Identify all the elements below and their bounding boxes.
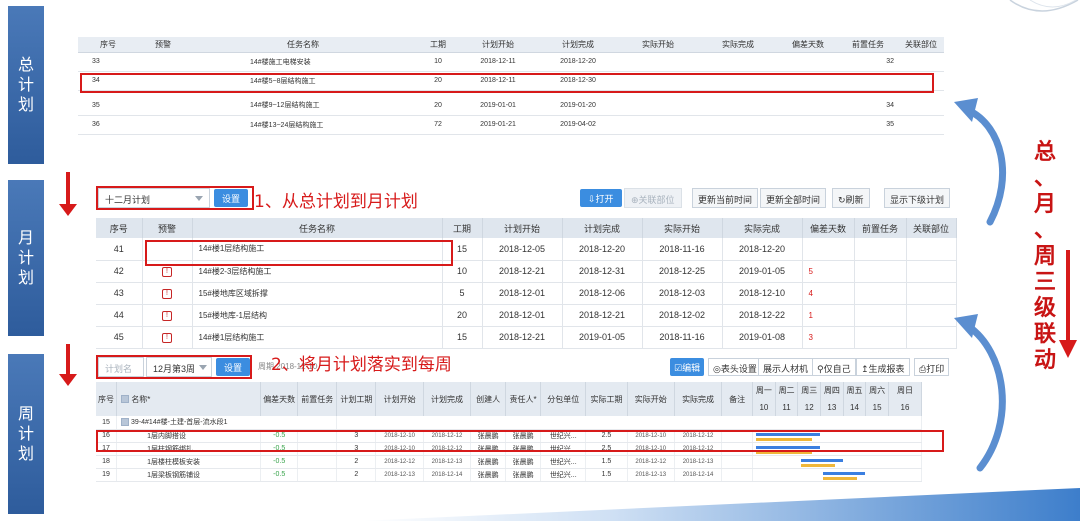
table-row[interactable]: 44! 15#楼地库-1层结构 20 2018-12-01 2018-12-21 2… xyxy=(96,304,957,327)
header-settings-button[interactable]: ◎表头设置 xyxy=(708,358,762,376)
warning-icon: ! xyxy=(162,288,172,299)
table-header: 序号 名称* 偏差天数 前置任务 计划工期 计划开始 计划完成 创建人 责任人*… xyxy=(96,382,923,416)
month-plan-table: 序号 预警 任务名称 工期 计划开始 计划完成 实际开始 实际完成 偏差天数 前… xyxy=(96,218,957,349)
gantt-bar-actual xyxy=(823,476,858,480)
down-arrow-icon xyxy=(59,344,77,388)
gantt-cell xyxy=(752,468,922,482)
side-tab-week-plan: 周 计 划 xyxy=(8,354,44,514)
side-tab-month-plan: 月 计 划 xyxy=(8,180,44,336)
highlight-box xyxy=(96,430,944,452)
table-header: 序号 预警 任务名称 工期 计划开始 计划完成 实际开始 实际完成 偏差天数 前… xyxy=(96,218,957,238)
warning-icon: ! xyxy=(162,310,172,321)
collapse-icon[interactable] xyxy=(121,418,130,427)
gantt-bar-plan xyxy=(801,458,844,462)
checkbox[interactable] xyxy=(121,395,130,404)
curved-arrow-up-icon xyxy=(954,314,1006,472)
gantt-bar-plan xyxy=(823,471,866,475)
table-row[interactable]: 45! 14#楼1层结构施工 15 2018-12-21 2019-01-05 20… xyxy=(96,326,957,349)
generate-report-button[interactable]: ↥生成报表 xyxy=(856,358,910,376)
table-row[interactable]: 19 1层梁板钢筋铺设 -0.5 2 2018-12-13 2018-12-14 张… xyxy=(96,468,922,482)
decorative-globe-icon xyxy=(1009,0,1079,12)
gantt-cell xyxy=(752,455,922,469)
link-part-button[interactable]: ⊕关联部位 xyxy=(624,188,682,208)
show-resources-button[interactable]: 展示人材机 xyxy=(758,358,814,376)
table-header: 序号 预警 任务名称 工期 计划开始 计划完成 实际开始 实际完成 偏差天数 前… xyxy=(78,37,944,53)
highlight-box xyxy=(96,186,254,210)
table-row[interactable]: 35 14#楼9~12层结构施工 20 2019-01-01 2019-01-20 … xyxy=(78,96,944,116)
highlight-box xyxy=(80,73,934,93)
show-subplan-button[interactable]: 显示下级计划 xyxy=(884,188,951,208)
table-row[interactable]: 15 39-4#14#楼-土建-首层-流水段1 xyxy=(96,416,922,430)
warning-icon: ! xyxy=(162,332,172,343)
edit-button[interactable]: ☑编辑 xyxy=(670,358,705,376)
table-row[interactable]: 18 1层楼柱模板安装 -0.5 2 2018-12-12 2018-12-13 张… xyxy=(96,455,922,469)
annotation-week: 2、将月计划落实到每周 xyxy=(271,355,452,375)
decorative-band xyxy=(360,488,1080,521)
print-button[interactable]: ⎙打印 xyxy=(914,358,950,376)
open-button[interactable]: ⇩打开 xyxy=(580,189,622,207)
gantt-bar-actual xyxy=(801,463,836,467)
slide: 总 计 划 月 计 划 周 计 划 序号 预警 任务名称 工期 计划开始 计划完… xyxy=(0,0,1080,521)
update-current-button[interactable]: 更新当前时间 xyxy=(692,188,759,208)
side-tab-total-plan: 总 计 划 xyxy=(8,6,44,164)
table-row[interactable]: 43! 15#楼地库区域拆撑 5 2018-12-01 2018-12-06 201… xyxy=(96,282,957,305)
table-row[interactable]: 36 14#楼13~24层结构施工 72 2019-01-21 2019-04-02… xyxy=(78,115,944,135)
annotation-month: 1、从总计划到月计划 xyxy=(254,192,418,212)
highlight-box xyxy=(96,355,252,379)
highlight-box xyxy=(145,240,453,266)
down-arrow-icon xyxy=(59,172,77,218)
warning-icon: ! xyxy=(162,266,172,277)
refresh-button[interactable]: ↻刷新 xyxy=(832,188,870,208)
update-all-button[interactable]: 更新全部时间 xyxy=(760,188,827,208)
curved-arrow-up-icon xyxy=(954,98,1007,226)
three-level-label: 总 、 月 、 周 三 级 联 动 xyxy=(1033,140,1056,373)
table-row[interactable]: 33 14#楼施工电梯安装 10 2018-12-11 2018-12-20 32 xyxy=(78,52,944,72)
only-mine-button[interactable]: ⚲仅自己 xyxy=(812,358,856,376)
